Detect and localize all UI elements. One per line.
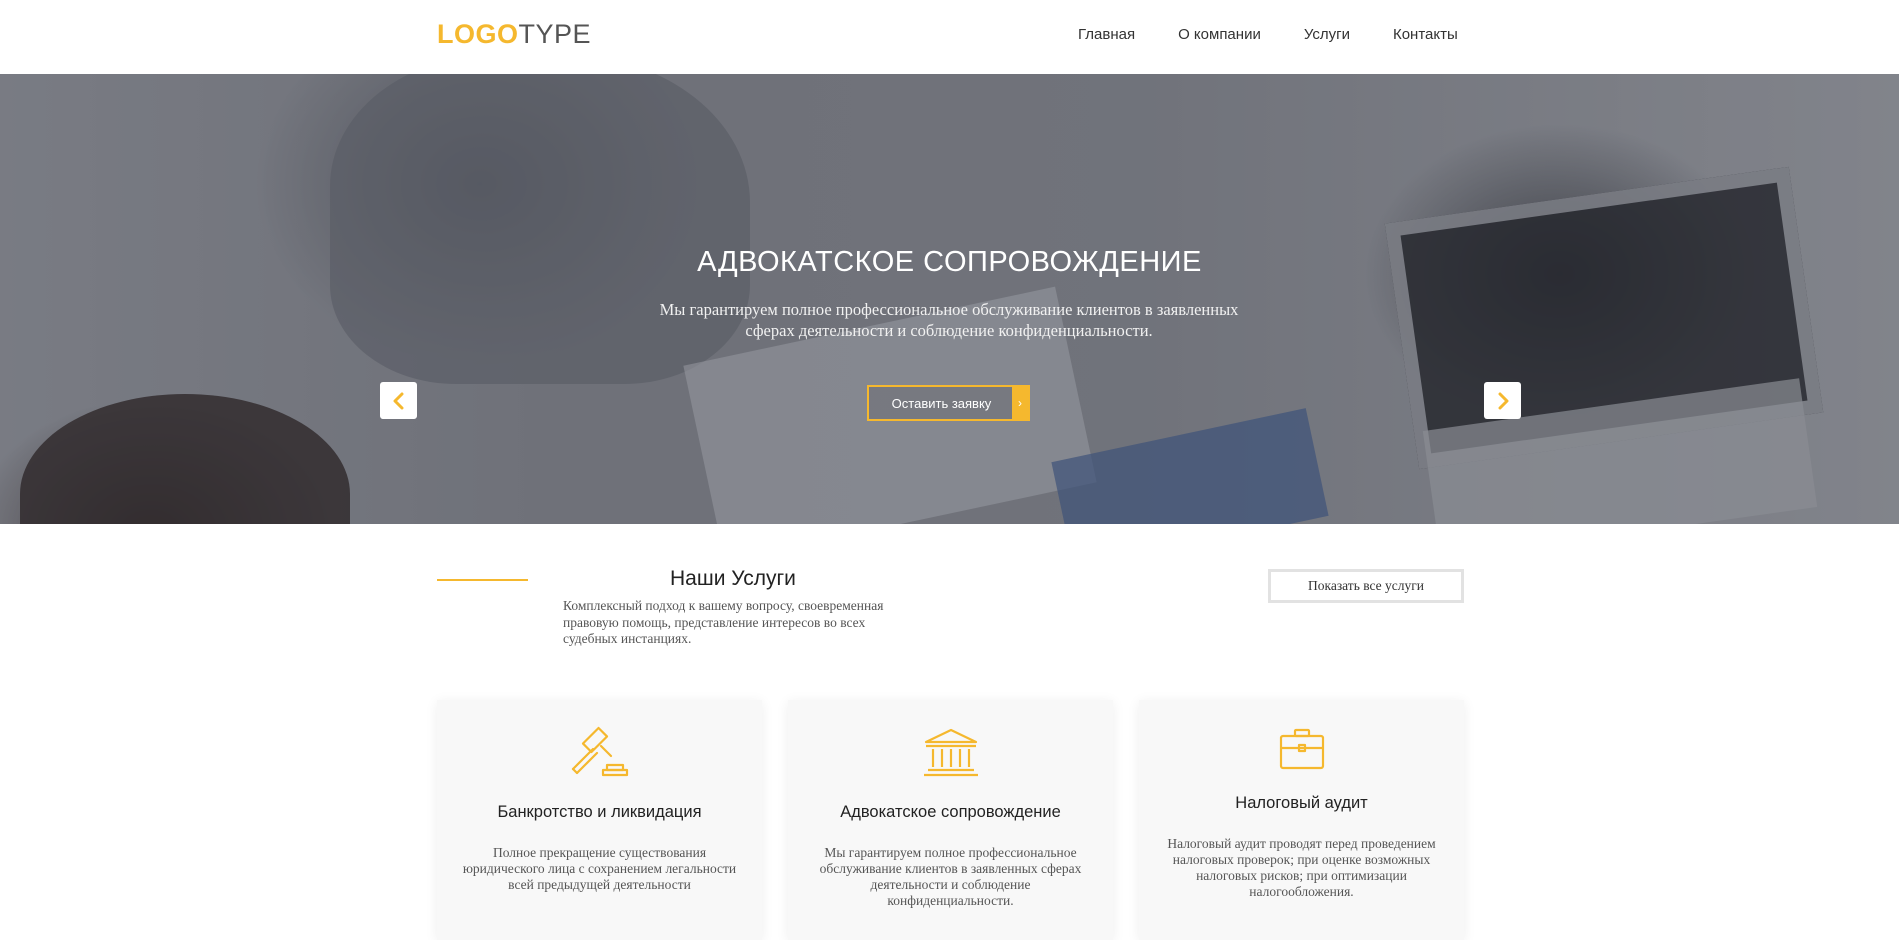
request-button[interactable]: Оставить заявку › xyxy=(867,385,1030,421)
nav-item-contacts[interactable]: Контакты xyxy=(1393,26,1458,43)
briefcase-icon xyxy=(1139,727,1464,776)
card-title: Банкротство и ликвидация xyxy=(497,803,702,821)
section-accent-line xyxy=(437,579,528,581)
logo-part-2: TYPE xyxy=(518,19,592,49)
nav-item-services[interactable]: Услуги xyxy=(1304,26,1350,43)
slider-prev-button[interactable] xyxy=(380,382,417,419)
card-text: Мы гарантируем полное профессиональное о… xyxy=(819,845,1082,908)
courthouse-icon xyxy=(788,727,1113,784)
slider-next-button[interactable] xyxy=(1484,382,1521,419)
service-card-tax-audit[interactable]: Налоговый аудит Налоговый аудит проводят… xyxy=(1139,700,1464,940)
chevron-right-small-icon: › xyxy=(1012,387,1028,419)
card-title: Адвокатское сопровождение xyxy=(840,803,1061,821)
gavel-icon xyxy=(437,725,762,786)
service-card-advocacy[interactable]: Адвокатское сопровождение Мы гарантируем… xyxy=(788,700,1113,940)
main-nav: Главная О компании Услуги Контакты xyxy=(1078,26,1458,43)
chevron-right-icon xyxy=(1498,392,1508,409)
site-header: LOGOTYPE Главная О компании Услуги Конта… xyxy=(0,0,1899,74)
nav-item-about[interactable]: О компании xyxy=(1178,26,1261,43)
nav-item-home[interactable]: Главная xyxy=(1078,26,1135,43)
logo[interactable]: LOGOTYPE xyxy=(437,19,591,50)
card-text: Полное прекращение существования юридиче… xyxy=(462,845,737,892)
hero-subtitle: Мы гарантируем полное профессиональное о… xyxy=(659,300,1239,340)
card-text: Налоговый аудит проводят перед проведени… xyxy=(1167,836,1436,899)
card-title: Налоговый аудит xyxy=(1235,794,1368,812)
logo-part-1: LOGO xyxy=(437,19,519,49)
chevron-left-icon xyxy=(393,392,403,409)
services-subtitle: Комплексный подход к вашему вопросу, сво… xyxy=(563,598,884,646)
request-button-label: Оставить заявку xyxy=(891,396,992,411)
hero-slider: АДВОКАТСКОЕ СОПРОВОЖДЕНИЕ Мы гарантируем… xyxy=(0,74,1899,524)
hero-title: АДВОКАТСКОЕ СОПРОВОЖДЕНИЕ xyxy=(697,246,1202,278)
services-title: Наши Услуги xyxy=(670,567,796,590)
show-all-services-button[interactable]: Показать все услуги xyxy=(1268,569,1464,603)
service-card-bankruptcy[interactable]: Банкротство и ликвидация Полное прекраще… xyxy=(437,700,762,940)
